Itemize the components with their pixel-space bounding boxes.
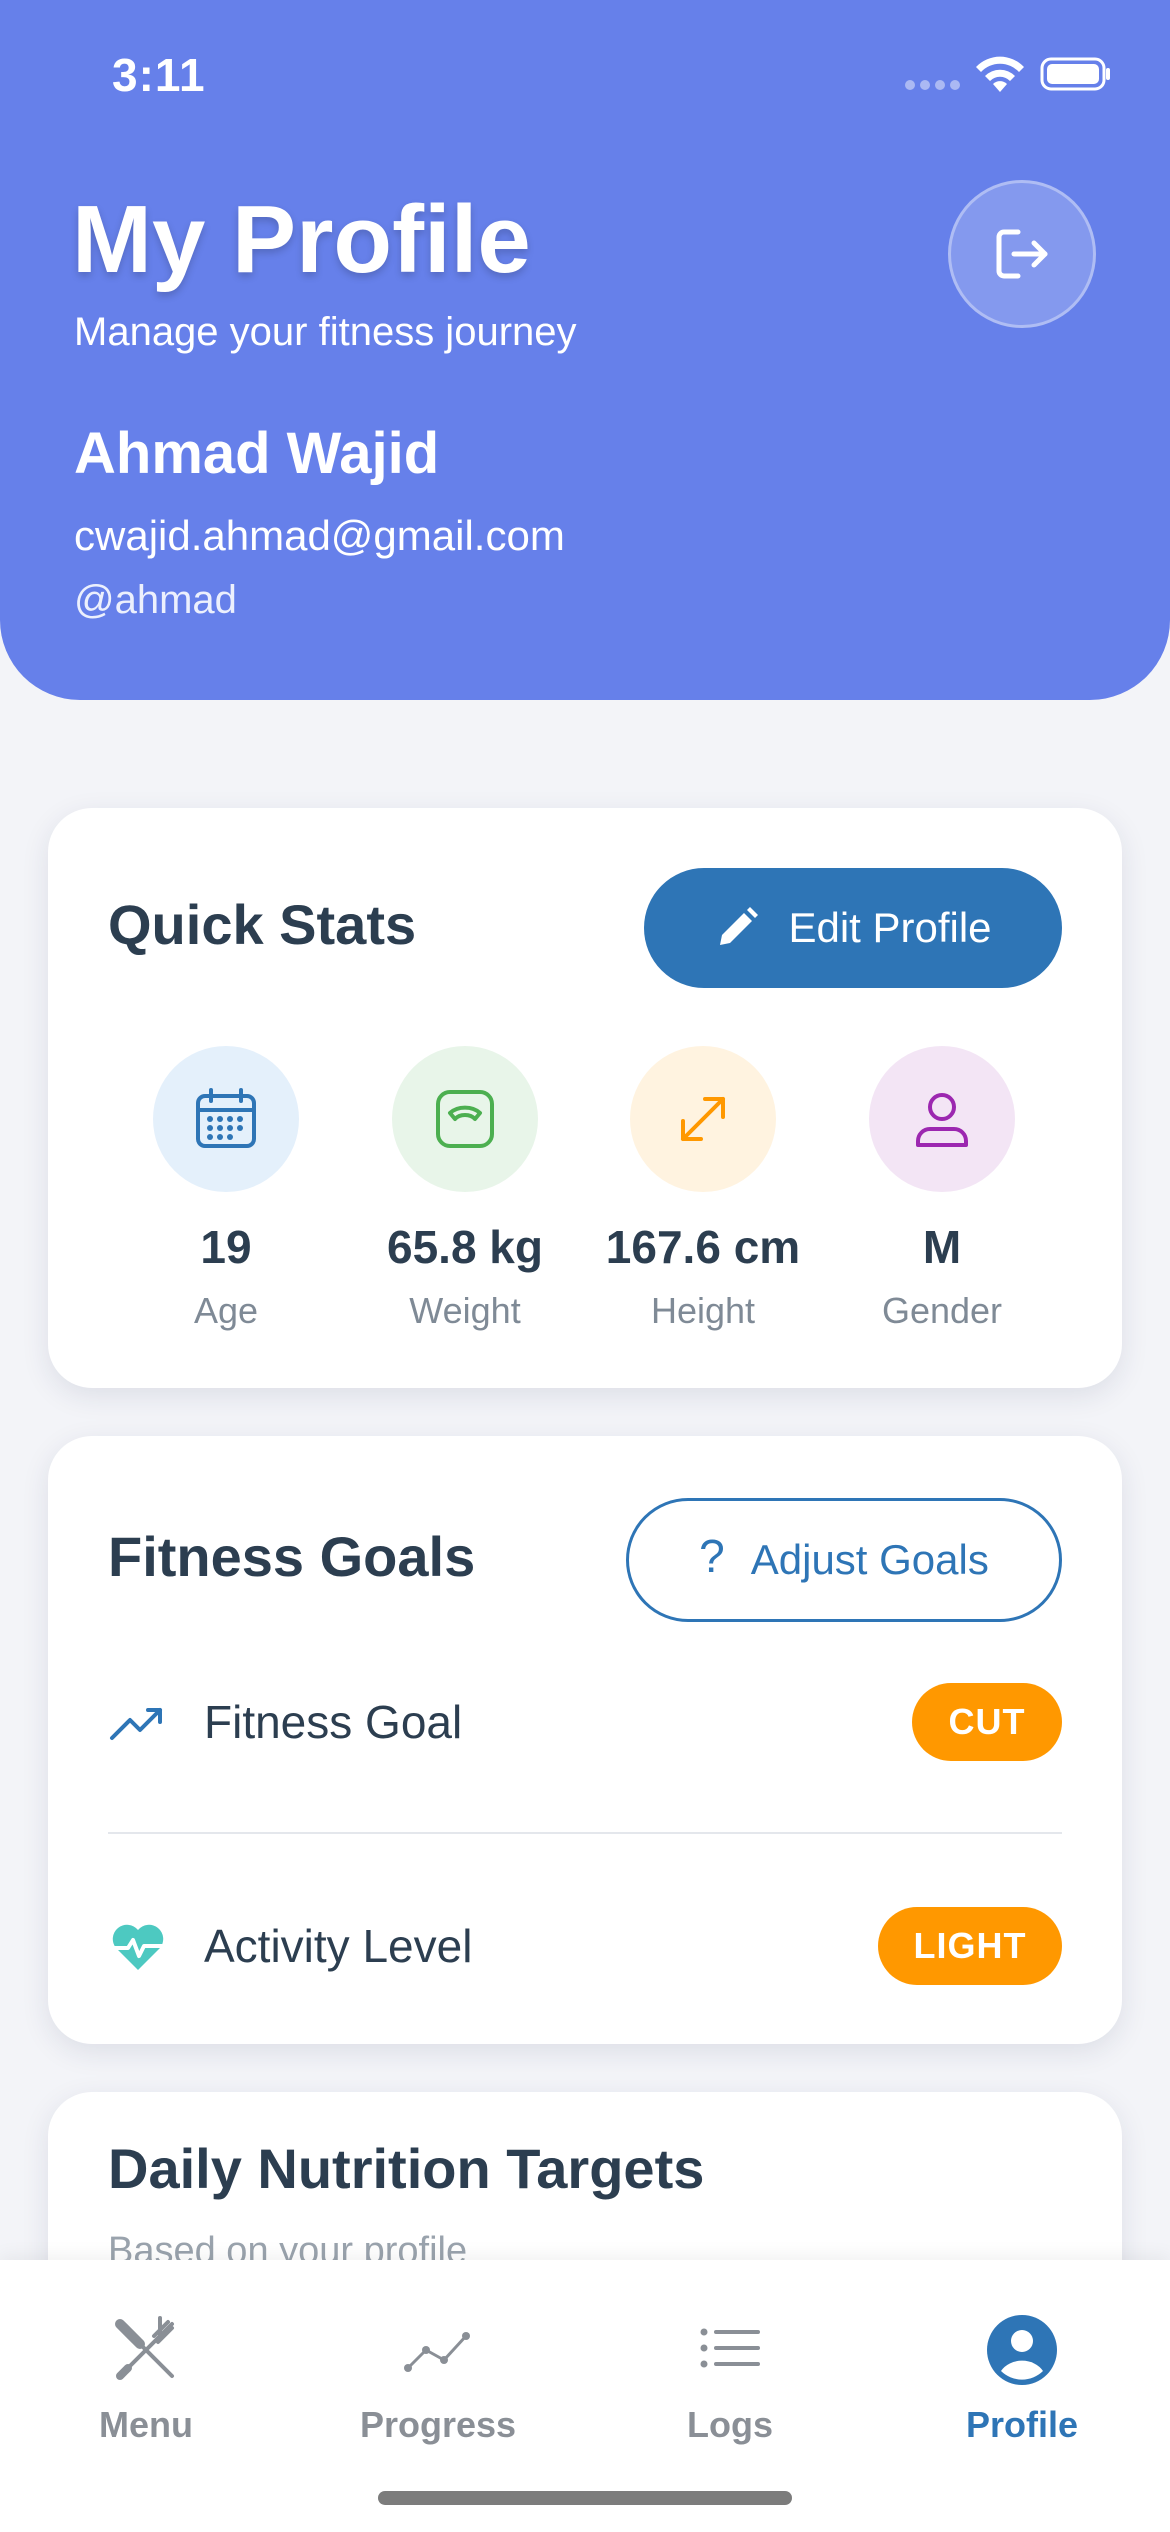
wifi-icon bbox=[976, 56, 1024, 92]
heart-pulse-icon bbox=[108, 1916, 168, 1976]
logout-button[interactable] bbox=[948, 180, 1096, 328]
scale-icon bbox=[436, 1090, 494, 1148]
stat-weight-label: Weight bbox=[409, 1290, 521, 1331]
trending-up-icon bbox=[108, 1692, 168, 1752]
account-circle-icon bbox=[982, 2310, 1062, 2390]
stat-gender: M Gender bbox=[822, 1046, 1062, 1332]
tab-progress-label: Progress bbox=[359, 2404, 517, 2445]
person-icon bbox=[916, 1093, 968, 1147]
logout-icon bbox=[996, 229, 1048, 279]
fitness-goal-badge: CUT bbox=[912, 1683, 1062, 1761]
tab-menu-label: Menu bbox=[99, 2404, 193, 2445]
tab-logs-label: Logs bbox=[687, 2404, 773, 2445]
stat-age-value: 19 bbox=[200, 1221, 252, 1273]
fork-knife-icon bbox=[106, 2310, 186, 2390]
resize-arrows-icon bbox=[681, 1097, 725, 1141]
stat-weight-value: 65.8 kg bbox=[387, 1221, 543, 1273]
calendar-icon bbox=[196, 1088, 256, 1148]
activity-level-badge: LIGHT bbox=[878, 1907, 1062, 1985]
page-title: My Profile bbox=[72, 186, 531, 293]
quick-stats-title: Quick Stats bbox=[108, 893, 417, 956]
activity-level-label: Activity Level bbox=[204, 1920, 473, 1972]
home-indicator[interactable] bbox=[378, 2491, 792, 2505]
edit-profile-button[interactable]: Edit Profile bbox=[644, 868, 1062, 988]
adjust-goals-label: Adjust Goals bbox=[750, 1536, 989, 1583]
user-email: cwajid.ahmad@gmail.com bbox=[74, 512, 565, 559]
tab-profile-label: Profile bbox=[965, 2404, 1079, 2445]
stat-gender-value: M bbox=[922, 1221, 962, 1273]
user-handle: @ahmad bbox=[74, 578, 237, 622]
stat-gender-circle bbox=[869, 1046, 1015, 1192]
fitness-goal-row[interactable]: Fitness Goal CUT bbox=[108, 1672, 1062, 1772]
status-bar: 3:11 bbox=[0, 0, 1170, 140]
tab-progress[interactable]: Progress bbox=[292, 2310, 584, 2446]
quick-stats-card: Quick Stats Edit Profile 19 Age 65.8 kg … bbox=[48, 808, 1122, 1388]
cellular-signal-icon bbox=[905, 80, 961, 92]
list-icon bbox=[690, 2310, 770, 2390]
page-subtitle: Manage your fitness journey bbox=[74, 310, 577, 354]
stat-age-circle bbox=[153, 1046, 299, 1192]
tab-logs[interactable]: Logs bbox=[584, 2310, 876, 2446]
stat-age-label: Age bbox=[193, 1290, 259, 1331]
stat-height-circle bbox=[630, 1046, 776, 1192]
stat-height: 167.6 cm Height bbox=[583, 1046, 823, 1332]
tab-menu[interactable]: Menu bbox=[0, 2310, 292, 2446]
stat-height-value: 167.6 cm bbox=[605, 1221, 801, 1273]
edit-profile-label: Edit Profile bbox=[788, 904, 992, 951]
pencil-icon bbox=[720, 907, 759, 945]
battery-icon bbox=[1040, 57, 1110, 91]
chart-line-icon bbox=[398, 2310, 478, 2390]
fitness-goals-card: Fitness Goals ? Adjust Goals Fitness Goa… bbox=[48, 1436, 1122, 2044]
tab-profile[interactable]: Profile bbox=[876, 2310, 1168, 2446]
status-time: 3:11 bbox=[112, 49, 206, 101]
profile-header: 3:11 My Profile Manage your fitness jour… bbox=[0, 0, 1170, 700]
stat-height-label: Height bbox=[650, 1290, 756, 1331]
goal-divider bbox=[108, 1832, 1062, 1834]
question-icon: ? bbox=[699, 1530, 725, 1582]
activity-level-row[interactable]: Activity Level LIGHT bbox=[108, 1896, 1062, 1996]
fitness-goal-label: Fitness Goal bbox=[204, 1696, 463, 1748]
nutrition-title: Daily Nutrition Targets bbox=[108, 2137, 705, 2200]
user-name: Ahmad Wajid bbox=[74, 421, 440, 486]
stat-age: 19 Age bbox=[106, 1046, 346, 1332]
adjust-goals-button[interactable]: ? Adjust Goals bbox=[626, 1498, 1062, 1622]
fitness-goals-title: Fitness Goals bbox=[108, 1525, 476, 1588]
stat-gender-label: Gender bbox=[881, 1290, 1003, 1331]
stat-weight: 65.8 kg Weight bbox=[345, 1046, 585, 1332]
stat-weight-circle bbox=[392, 1046, 538, 1192]
